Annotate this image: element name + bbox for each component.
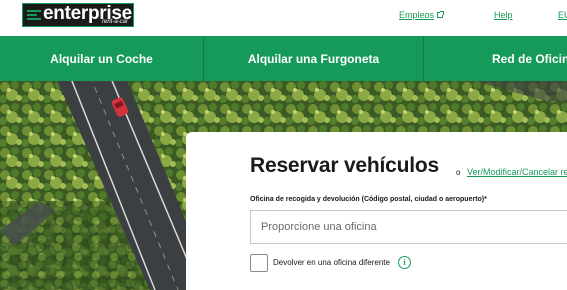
booking-widget: Reservar vehículos o Ver/Modificar/Cance… — [186, 132, 567, 290]
modify-reservation-link[interactable]: Ver/Modificar/Cancelar reserva — [467, 167, 567, 177]
careers-link-label: Empleos — [399, 10, 435, 20]
nav-item-locations[interactable]: Red de Oficinas — [424, 36, 567, 81]
external-link-icon — [437, 11, 445, 18]
enterprise-logo[interactable]: enterprise rent-a-car — [22, 3, 134, 27]
logo-mark-icon — [27, 10, 41, 22]
return-different-label: Devolver en una oficina diferente — [273, 258, 390, 267]
return-different-checkbox[interactable] — [250, 254, 268, 272]
region-link[interactable]: EU — [558, 10, 567, 20]
location-input[interactable] — [250, 210, 567, 244]
main-nav: Alquilar un Coche Alquilar una Furgoneta… — [0, 36, 567, 81]
careers-link[interactable]: Empleos — [399, 10, 445, 20]
top-bar: enterprise rent-a-car Empleos Help EU — [0, 0, 567, 36]
nav-item-rent-van[interactable]: Alquilar una Furgoneta — [204, 36, 424, 81]
booking-title: Reservar vehículos — [250, 154, 440, 177]
booking-or-text: o — [456, 168, 461, 177]
help-link[interactable]: Help — [494, 10, 513, 20]
location-field-label: Oficina de recogida y devolución (Código… — [250, 196, 487, 203]
logo-subtext: rent-a-car — [101, 19, 128, 25]
nav-item-rent-car[interactable]: Alquilar un Coche — [0, 36, 204, 81]
info-icon[interactable]: i — [398, 256, 411, 269]
